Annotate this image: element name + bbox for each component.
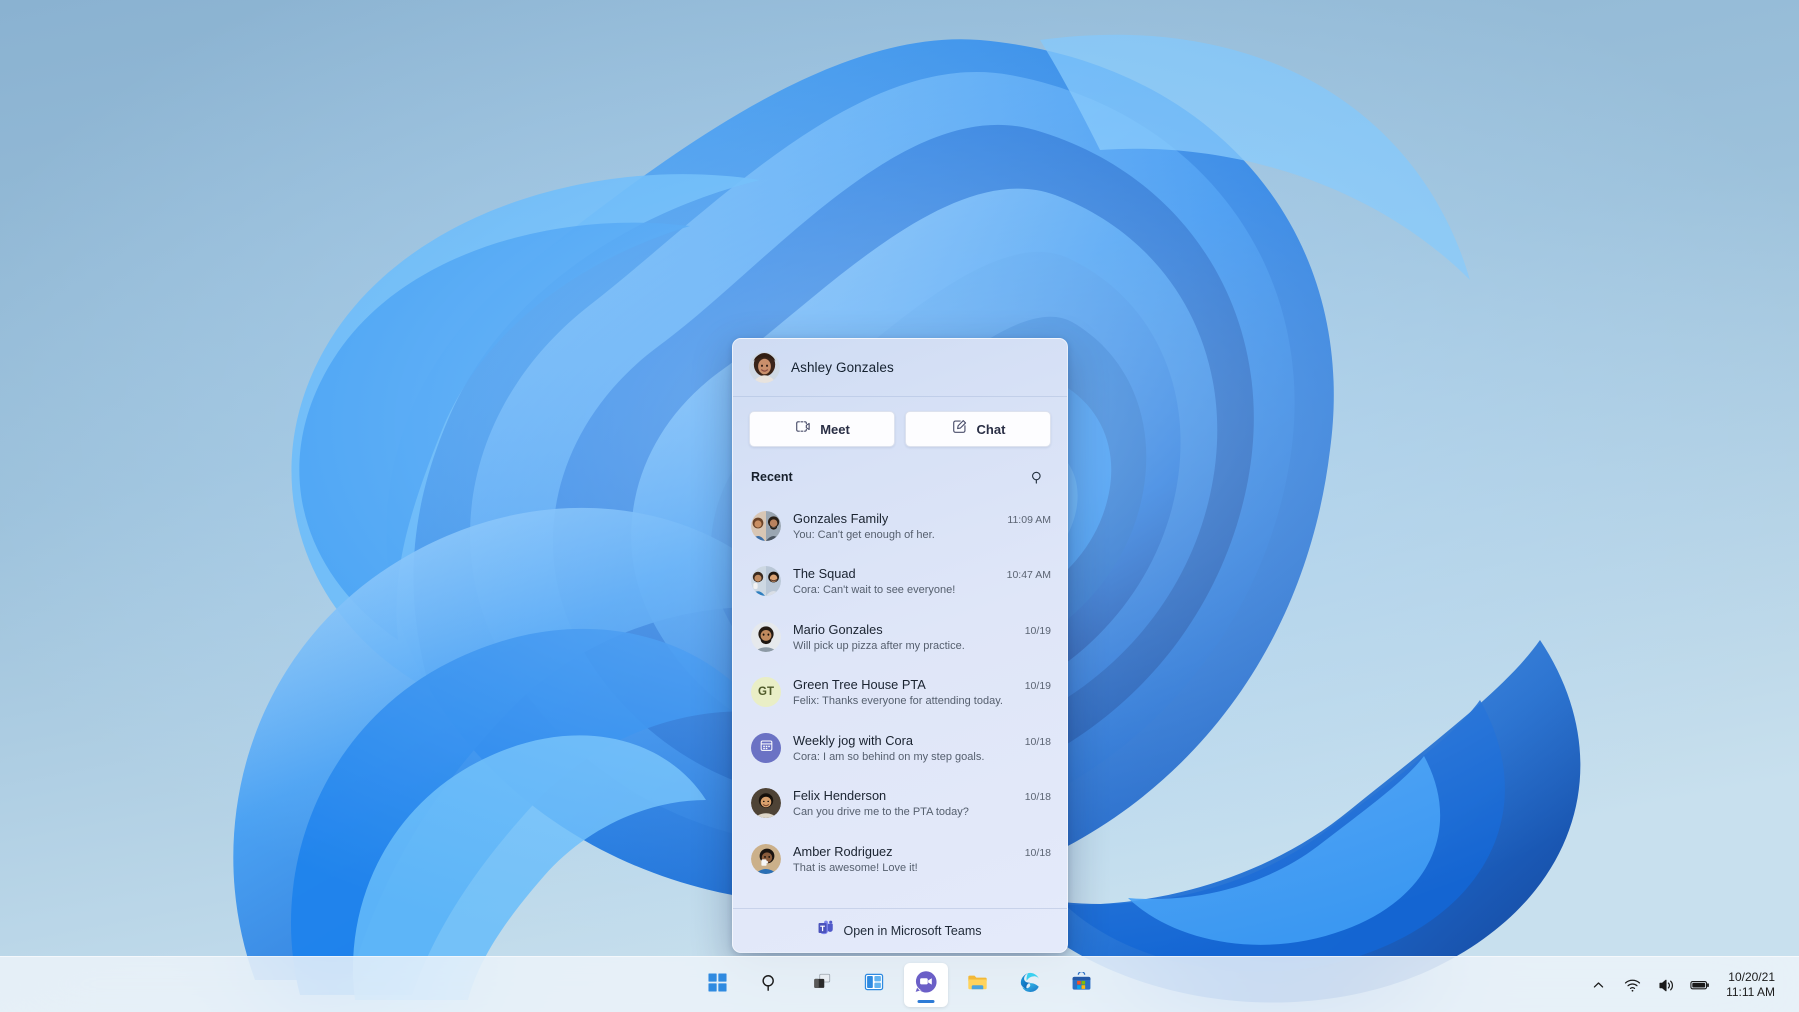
chat-flyout-panel: Ashley Gonzales Meet Chat Recent Gonzale… xyxy=(732,338,1068,953)
microsoft-edge-icon xyxy=(1019,971,1041,998)
teams-chat-icon xyxy=(914,970,938,999)
account-name: Ashley Gonzales xyxy=(791,360,894,375)
search-icon[interactable] xyxy=(1025,465,1049,489)
active-app-indicator xyxy=(917,999,934,1003)
list-item-preview: Felix: Thanks everyone for attending tod… xyxy=(793,695,1003,708)
meet-button-label: Meet xyxy=(820,421,850,437)
search-icon xyxy=(760,973,779,997)
task-view-icon xyxy=(812,972,832,997)
felix-henderson-avatar xyxy=(751,788,781,819)
meet-button[interactable]: Meet xyxy=(749,411,895,447)
list-item-time: 10/19 xyxy=(1024,624,1051,637)
microsoft-store-icon xyxy=(1071,970,1092,998)
list-item-title: Green Tree House PTA xyxy=(793,677,926,693)
widgets-icon xyxy=(864,972,884,997)
flyout-header: Ashley Gonzales xyxy=(733,339,1067,397)
recent-section-header: Recent xyxy=(733,460,1067,498)
widgets-button[interactable] xyxy=(852,963,896,1007)
calendar-icon xyxy=(759,738,774,758)
list-item-preview: Cora: Can't wait to see everyone! xyxy=(793,584,956,597)
desktop: Ashley Gonzales Meet Chat Recent Gonzale… xyxy=(0,0,1799,1012)
chat-button-label: Chat xyxy=(976,421,1006,437)
list-item[interactable]: GT Green Tree House PTA 10/19 Felix: Tha… xyxy=(733,665,1067,721)
list-item-time: 10/18 xyxy=(1024,735,1051,748)
file-explorer-button[interactable] xyxy=(956,963,1000,1007)
list-item[interactable]: Mario Gonzales 10/19 Will pick up pizza … xyxy=(733,609,1067,665)
the-squad-avatar xyxy=(751,566,781,597)
edge-button[interactable] xyxy=(1008,963,1052,1007)
speaker-icon[interactable] xyxy=(1656,975,1676,995)
list-item-preview: Cora: I am so behind on my step goals. xyxy=(793,750,985,763)
chat-taskbar-button[interactable] xyxy=(903,962,948,1007)
taskbar: 10/20/21 11:11 AM xyxy=(0,956,1799,1012)
recent-chat-list[interactable]: Gonzales Family 11:09 AM You: Can't get … xyxy=(733,498,1067,908)
avatar-initials: GT xyxy=(758,686,774,699)
chat-button[interactable]: Chat xyxy=(905,411,1051,447)
video-camera-icon xyxy=(794,418,811,440)
list-item-preview: That is awesome! Love it! xyxy=(793,861,918,874)
open-in-microsoft-teams-button[interactable]: Open in Microsoft Teams xyxy=(733,908,1067,952)
list-item[interactable]: Amber Rodriguez 10/18 That is awesome! L… xyxy=(733,831,1067,887)
list-item[interactable]: Gonzales Family 11:09 AM You: Can't get … xyxy=(733,498,1067,554)
list-item[interactable]: Weekly jog with Cora 10/18 Cora: I am so… xyxy=(733,720,1067,776)
windows-logo-icon xyxy=(708,972,727,997)
recent-title: Recent xyxy=(751,470,793,484)
green-tree-house-pta-avatar: GT xyxy=(751,677,781,708)
list-item-preview: You: Can't get enough of her. xyxy=(793,528,935,541)
list-item-title: Amber Rodriguez xyxy=(793,843,893,859)
list-item-time: 10/19 xyxy=(1024,680,1051,693)
taskbar-clock[interactable]: 10/20/21 11:11 AM xyxy=(1726,970,1781,1001)
task-view-button[interactable] xyxy=(800,963,844,1007)
taskbar-time: 11:11 AM xyxy=(1726,985,1775,999)
list-item-title: Felix Henderson xyxy=(793,788,887,804)
list-item-preview: Can you drive me to the PTA today? xyxy=(793,806,969,819)
chevron-up-icon[interactable] xyxy=(1588,975,1608,995)
list-item-preview: Will pick up pizza after my practice. xyxy=(793,639,965,652)
amber-rodriguez-avatar xyxy=(751,843,781,874)
wifi-icon[interactable] xyxy=(1622,975,1642,995)
list-item-title: Weekly jog with Cora xyxy=(793,732,913,748)
file-explorer-icon xyxy=(967,972,988,998)
list-item[interactable]: Felix Henderson 10/18 Can you drive me t… xyxy=(733,776,1067,832)
system-tray: 10/20/21 11:11 AM xyxy=(1588,957,1787,1012)
list-item-time: 11:09 AM xyxy=(1007,513,1051,526)
start-button[interactable] xyxy=(696,963,740,1007)
battery-icon[interactable] xyxy=(1690,975,1710,995)
list-item-time: 10/18 xyxy=(1024,791,1051,804)
search-taskbar-button[interactable] xyxy=(748,963,792,1007)
weekly-jog-with-cora-avatar xyxy=(751,732,781,763)
list-item-title: The Squad xyxy=(793,566,856,582)
gonzales-family-avatar xyxy=(751,510,781,541)
list-item[interactable]: The Squad 10:47 AM Cora: Can't wait to s… xyxy=(733,554,1067,610)
open-in-microsoft-teams-label: Open in Microsoft Teams xyxy=(843,923,982,938)
flyout-actions: Meet Chat xyxy=(733,397,1067,460)
microsoft-store-button[interactable] xyxy=(1060,963,1104,1007)
list-item-time: 10/18 xyxy=(1024,846,1051,859)
list-item-title: Mario Gonzales xyxy=(793,621,883,637)
taskbar-icon-group xyxy=(696,962,1104,1007)
compose-chat-icon xyxy=(951,418,968,440)
microsoft-teams-icon xyxy=(818,920,834,941)
taskbar-date: 10/20/21 xyxy=(1728,969,1775,984)
mario-gonzales-avatar xyxy=(751,621,781,652)
list-item-time: 10:47 AM xyxy=(1006,569,1051,582)
account-avatar[interactable] xyxy=(749,352,780,383)
list-item-title: Gonzales Family xyxy=(793,510,889,526)
